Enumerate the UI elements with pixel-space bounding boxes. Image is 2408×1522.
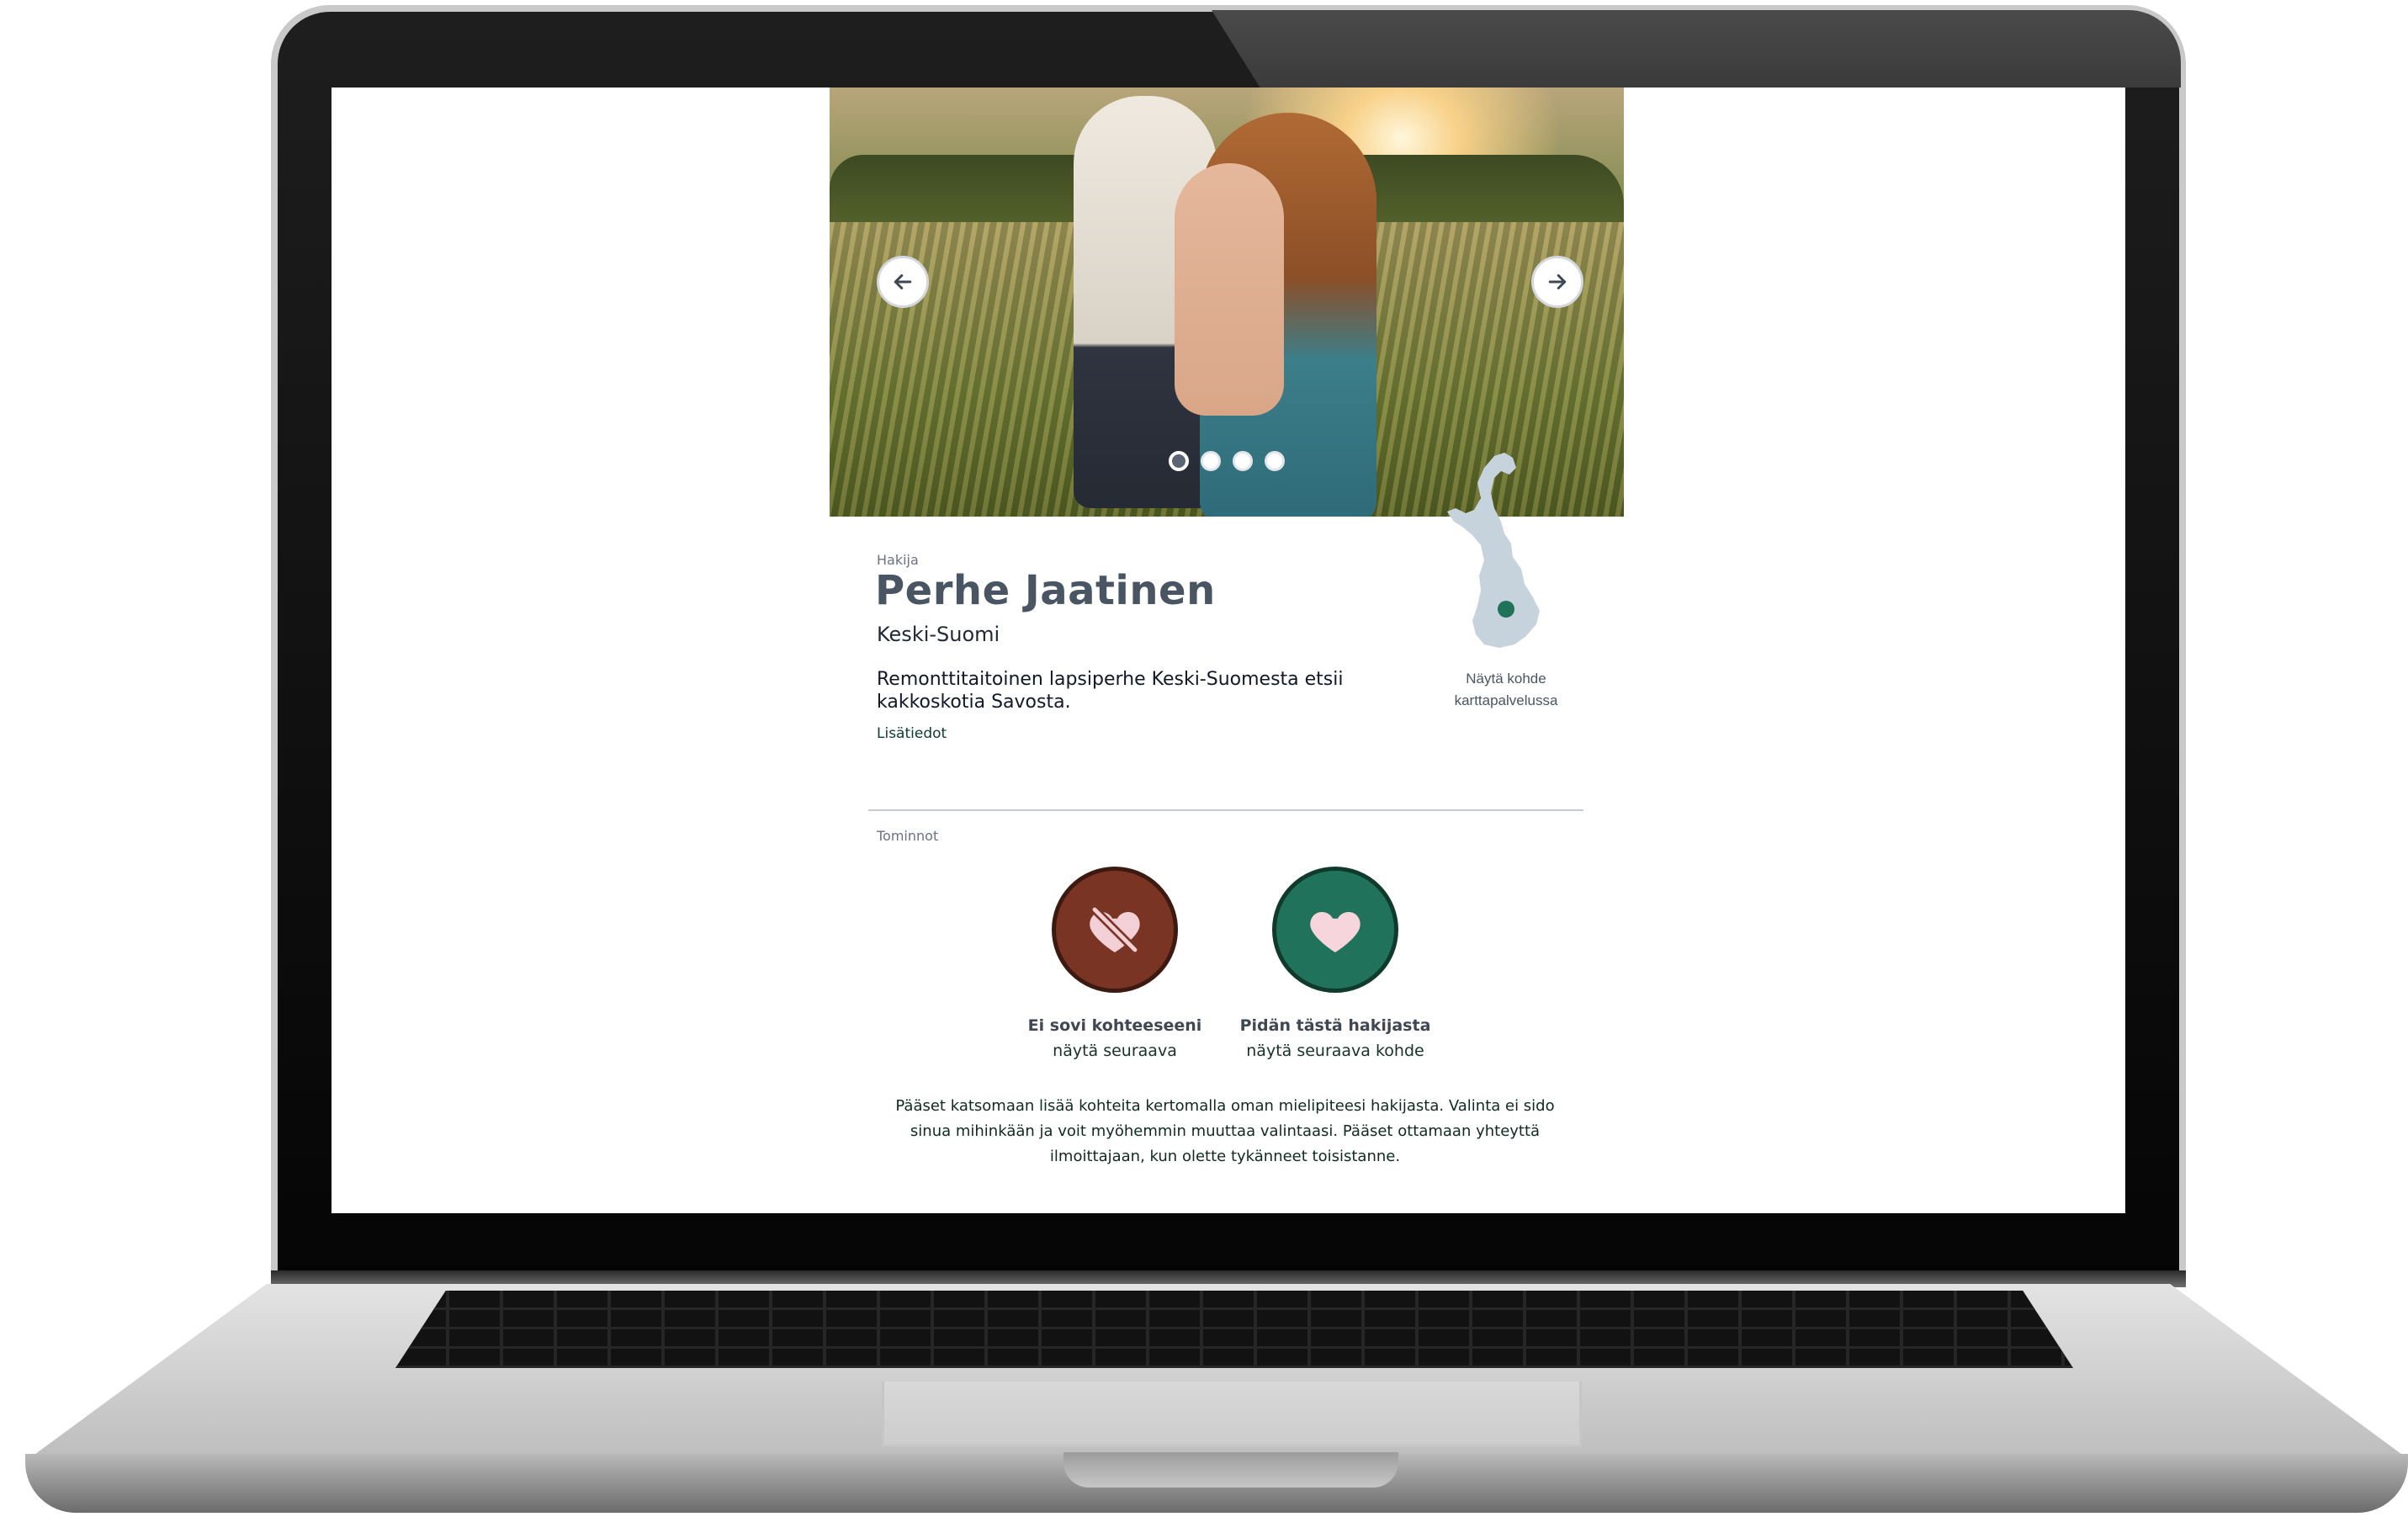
heart-crossed-icon [1090, 904, 1140, 955]
finland-shape [1447, 453, 1540, 648]
more-info-link[interactable]: Lisätiedot [877, 725, 947, 742]
actions-label: Tominnot [877, 828, 939, 844]
carousel-next-button[interactable] [1531, 256, 1583, 308]
map-link[interactable]: Näytä kohde karttapalvelussa [1422, 668, 1590, 712]
like-title: Pidän tästä hakijasta [1239, 1016, 1431, 1035]
finland-map[interactable] [1442, 449, 1577, 660]
carousel-dot-1[interactable] [1169, 451, 1189, 471]
carousel-dot-3[interactable] [1233, 451, 1253, 471]
dislike-subtitle: näytä seuraava [1053, 1042, 1177, 1060]
like-button[interactable] [1272, 867, 1398, 993]
location-marker [1498, 601, 1514, 618]
page-title: Perhe Jaatinen [875, 567, 1216, 614]
laptop-keyboard [395, 1291, 2073, 1368]
arrow-left-icon [894, 274, 912, 289]
applicant-region: Keski-Suomi [877, 623, 1000, 646]
laptop-screen: Näytä kohde karttapalvelussa Hakija Perh… [331, 88, 2125, 1213]
arrow-right-icon [1548, 274, 1567, 289]
applicant-description: Remonttitaitoinen lapsiperhe Keski-Suome… [877, 669, 1344, 713]
like-subtitle: näytä seuraava kohde [1246, 1042, 1424, 1060]
dislike-button[interactable] [1052, 867, 1178, 993]
info-text: Pääset katsomaan lisää kohteita kertomal… [895, 1097, 1555, 1165]
carousel-dot-2[interactable] [1201, 451, 1221, 471]
lid-glare [1212, 10, 2181, 88]
laptop-notch [1063, 1452, 1398, 1488]
carousel-prev-button[interactable] [877, 256, 929, 308]
heart-icon [1310, 912, 1360, 952]
laptop-touchpad [882, 1381, 1582, 1447]
applicant-label: Hakija [877, 552, 919, 568]
dislike-title: Ei sovi kohteeseeni [1027, 1016, 1202, 1035]
carousel-dot-4[interactable] [1265, 451, 1285, 471]
section-divider [868, 809, 1583, 811]
